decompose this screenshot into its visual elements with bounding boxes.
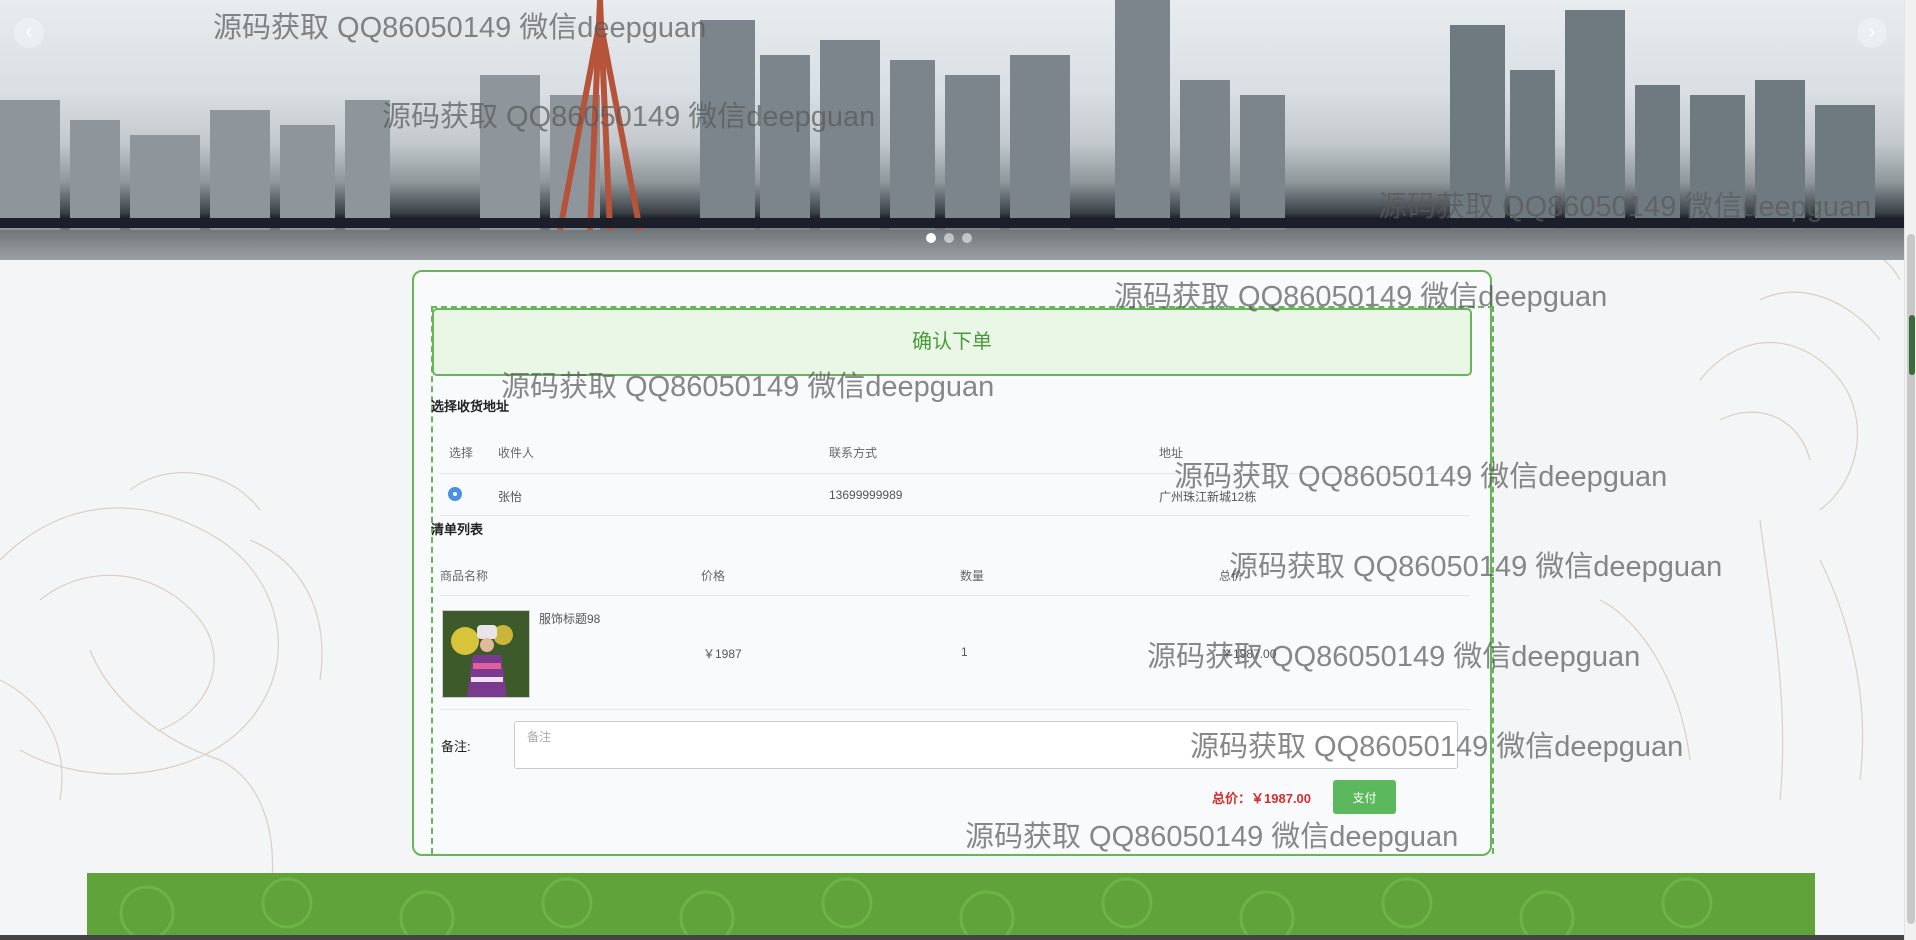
item-quantity: 1 [961,645,968,659]
banner-pagination [926,233,972,243]
address-phone: 13699999989 [829,488,903,502]
item-total: ￥1987.00 [1221,647,1277,661]
address-text: 广州珠江新城12栋 [1159,490,1257,504]
address-section-title: 选择收货地址 [431,399,510,414]
item-row-divider [440,709,1470,710]
footer-pattern [119,877,1713,940]
address-row-divider [440,515,1470,516]
item-header-price: 价格 [701,569,726,583]
pay-button[interactable]: 支付 [1333,780,1396,814]
address-header-divider [440,473,1470,474]
banner-dot-2[interactable] [944,233,954,243]
remark-textarea[interactable] [514,721,1458,769]
banner-next-button[interactable]: › [1857,18,1887,48]
item-price: ￥1987 [703,647,742,661]
scrollbar-marker [1909,315,1915,375]
item-name[interactable]: 服饰标题98 [539,610,600,627]
item-header-name: 商品名称 [440,569,489,583]
footer-band [87,873,1815,940]
item-header-total: 总价 [1219,569,1244,583]
address-radio-selected[interactable] [448,487,462,501]
address-header-recipient: 收件人 [498,446,535,460]
order-total: 总价：￥1987.00 [1212,791,1311,806]
item-header-qty: 数量 [960,569,985,583]
banner-prev-button[interactable]: ‹ [14,18,44,48]
banner-dot-3[interactable] [962,233,972,243]
confirm-order-heading: 确认下单 [432,308,1472,376]
address-header-phone: 联系方式 [829,446,878,460]
remark-label: 备注: [441,739,471,754]
hero-banner: ‹ › [0,0,1904,260]
address-header-select: 选择 [449,446,474,460]
address-recipient: 张怡 [498,490,523,504]
window-bottom-edge [0,935,1904,940]
page-scrollbar[interactable] [1904,0,1916,940]
banner-dot-1[interactable] [926,233,936,243]
items-section-title: 清单列表 [431,522,484,537]
item-header-divider [440,595,1470,596]
city-skyline-image [0,0,1904,231]
product-thumbnail[interactable] [442,610,530,698]
address-header-address: 地址 [1159,446,1184,460]
